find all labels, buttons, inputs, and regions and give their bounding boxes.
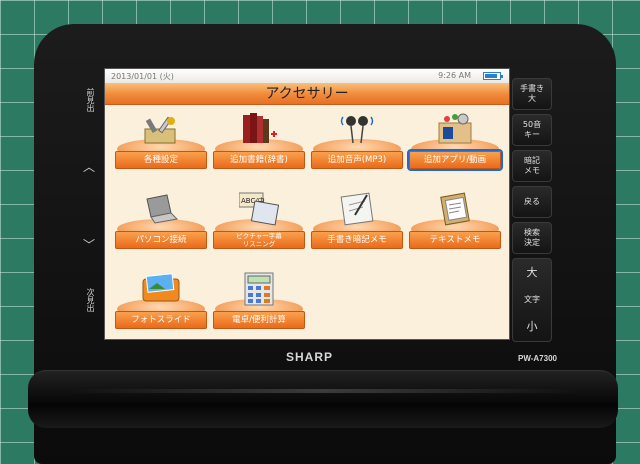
fifty-sound-key-button[interactable]: 50音 キー (512, 114, 552, 146)
menu-item-label: 手書き暗記メモ (311, 231, 403, 249)
menu-item-label: 電卓/便利計算 (213, 311, 305, 329)
handwriting-button-line2: 大 (528, 94, 536, 103)
menu-item-photo-slide[interactable]: フォトスライド (113, 269, 209, 339)
brand-logo: SHARP (286, 350, 334, 364)
menu-item-additional-apps[interactable]: 追加アプリ/動画 (407, 109, 503, 179)
font-label: 文字 (524, 294, 540, 304)
search-line2: 決定 (524, 238, 540, 247)
back-button[interactable]: 戻る (512, 186, 552, 218)
earphones-icon (340, 116, 374, 144)
fifty-key-line1: 50音 (522, 120, 542, 129)
photo-slide-icon (142, 273, 180, 302)
menu-item-label: 各種設定 (115, 151, 207, 169)
app-grid: 各種設定 追加書籍(辞書) 追加音声(MP3) 追加アプリ/動画 パソコン接続 … (105, 105, 509, 339)
books-icon (243, 113, 277, 143)
status-bar: 2013/01/01 (火) 9:26 AM (105, 69, 509, 83)
menu-item-handwriting-memo[interactable]: 手書き暗記メモ (309, 189, 405, 259)
menu-item-additional-books[interactable]: 追加書籍(辞書) (211, 109, 307, 179)
battery-icon (483, 72, 503, 80)
menu-item-picture-listening[interactable]: ABC/中 ピクチャー字幕 リスニング (211, 189, 307, 259)
left-rail: 前見出 ︿ ﹀ 次見出 (80, 88, 102, 328)
label-line-2: リスニング (242, 239, 276, 248)
tools-icon (144, 116, 176, 144)
next-heading-label[interactable]: 次見出 (85, 288, 96, 312)
menu-item-label: 追加アプリ/動画 (407, 149, 503, 171)
font-size-button[interactable]: 大 文字 小 (512, 258, 552, 342)
handwriting-memo-icon (340, 192, 374, 226)
chevron-down-icon[interactable]: ﹀ (83, 236, 95, 253)
lcd-screen: 2013/01/01 (火) 9:26 AM アクセサリー 各種設定 追加書籍(… (104, 68, 510, 340)
menu-item-label: パソコン接続 (115, 231, 207, 249)
prev-heading-label[interactable]: 前見出 (85, 88, 96, 112)
memo-line2: メモ (524, 166, 540, 175)
font-small-label[interactable]: 小 (527, 321, 538, 332)
picture-caption-icon: ABC/中 (239, 192, 279, 226)
menu-item-label: 追加音声(MP3) (311, 151, 403, 169)
search-line1: 検索 (524, 228, 540, 237)
menu-item-label: 追加書籍(辞書) (213, 151, 305, 169)
menu-item-text-memo[interactable]: テキストメモ (407, 189, 503, 259)
menu-item-additional-audio[interactable]: 追加音声(MP3) (309, 109, 405, 179)
calculator-icon (244, 272, 274, 306)
chevron-up-icon[interactable]: ︿ (83, 158, 95, 175)
handwriting-button[interactable]: 手書き大 (512, 78, 552, 110)
media-box-icon (438, 113, 472, 144)
laptop-icon (146, 194, 179, 224)
menu-item-pc-connect[interactable]: パソコン接続 (113, 189, 209, 259)
device-hinge (28, 370, 618, 428)
status-time: 9:26 AM (438, 71, 471, 80)
right-button-panel: 手書き大 50音 キー 暗記 メモ 戻る 検索 決定 大 文字 小 (512, 78, 552, 342)
font-large-label[interactable]: 大 (527, 267, 538, 278)
status-date: 2013/01/01 (火) (111, 72, 174, 81)
menu-item-label: テキストメモ (409, 231, 501, 249)
menu-item-calculator[interactable]: 電卓/便利計算 (211, 269, 307, 339)
hinge-shine (68, 389, 578, 393)
handwriting-button-line1: 手書き (520, 84, 544, 93)
menu-item-label: フォトスライド (115, 311, 207, 329)
fifty-key-line2: キー (524, 130, 540, 139)
model-number: PW-A7300 (518, 354, 557, 363)
memo-line1: 暗記 (524, 156, 540, 165)
memorize-memo-button[interactable]: 暗記 メモ (512, 150, 552, 182)
page-title: アクセサリー (105, 83, 509, 105)
search-confirm-button[interactable]: 検索 決定 (512, 222, 552, 254)
menu-item-settings[interactable]: 各種設定 (113, 109, 209, 179)
menu-item-label: ピクチャー字幕 リスニング (213, 231, 305, 249)
text-memo-icon (440, 192, 470, 226)
